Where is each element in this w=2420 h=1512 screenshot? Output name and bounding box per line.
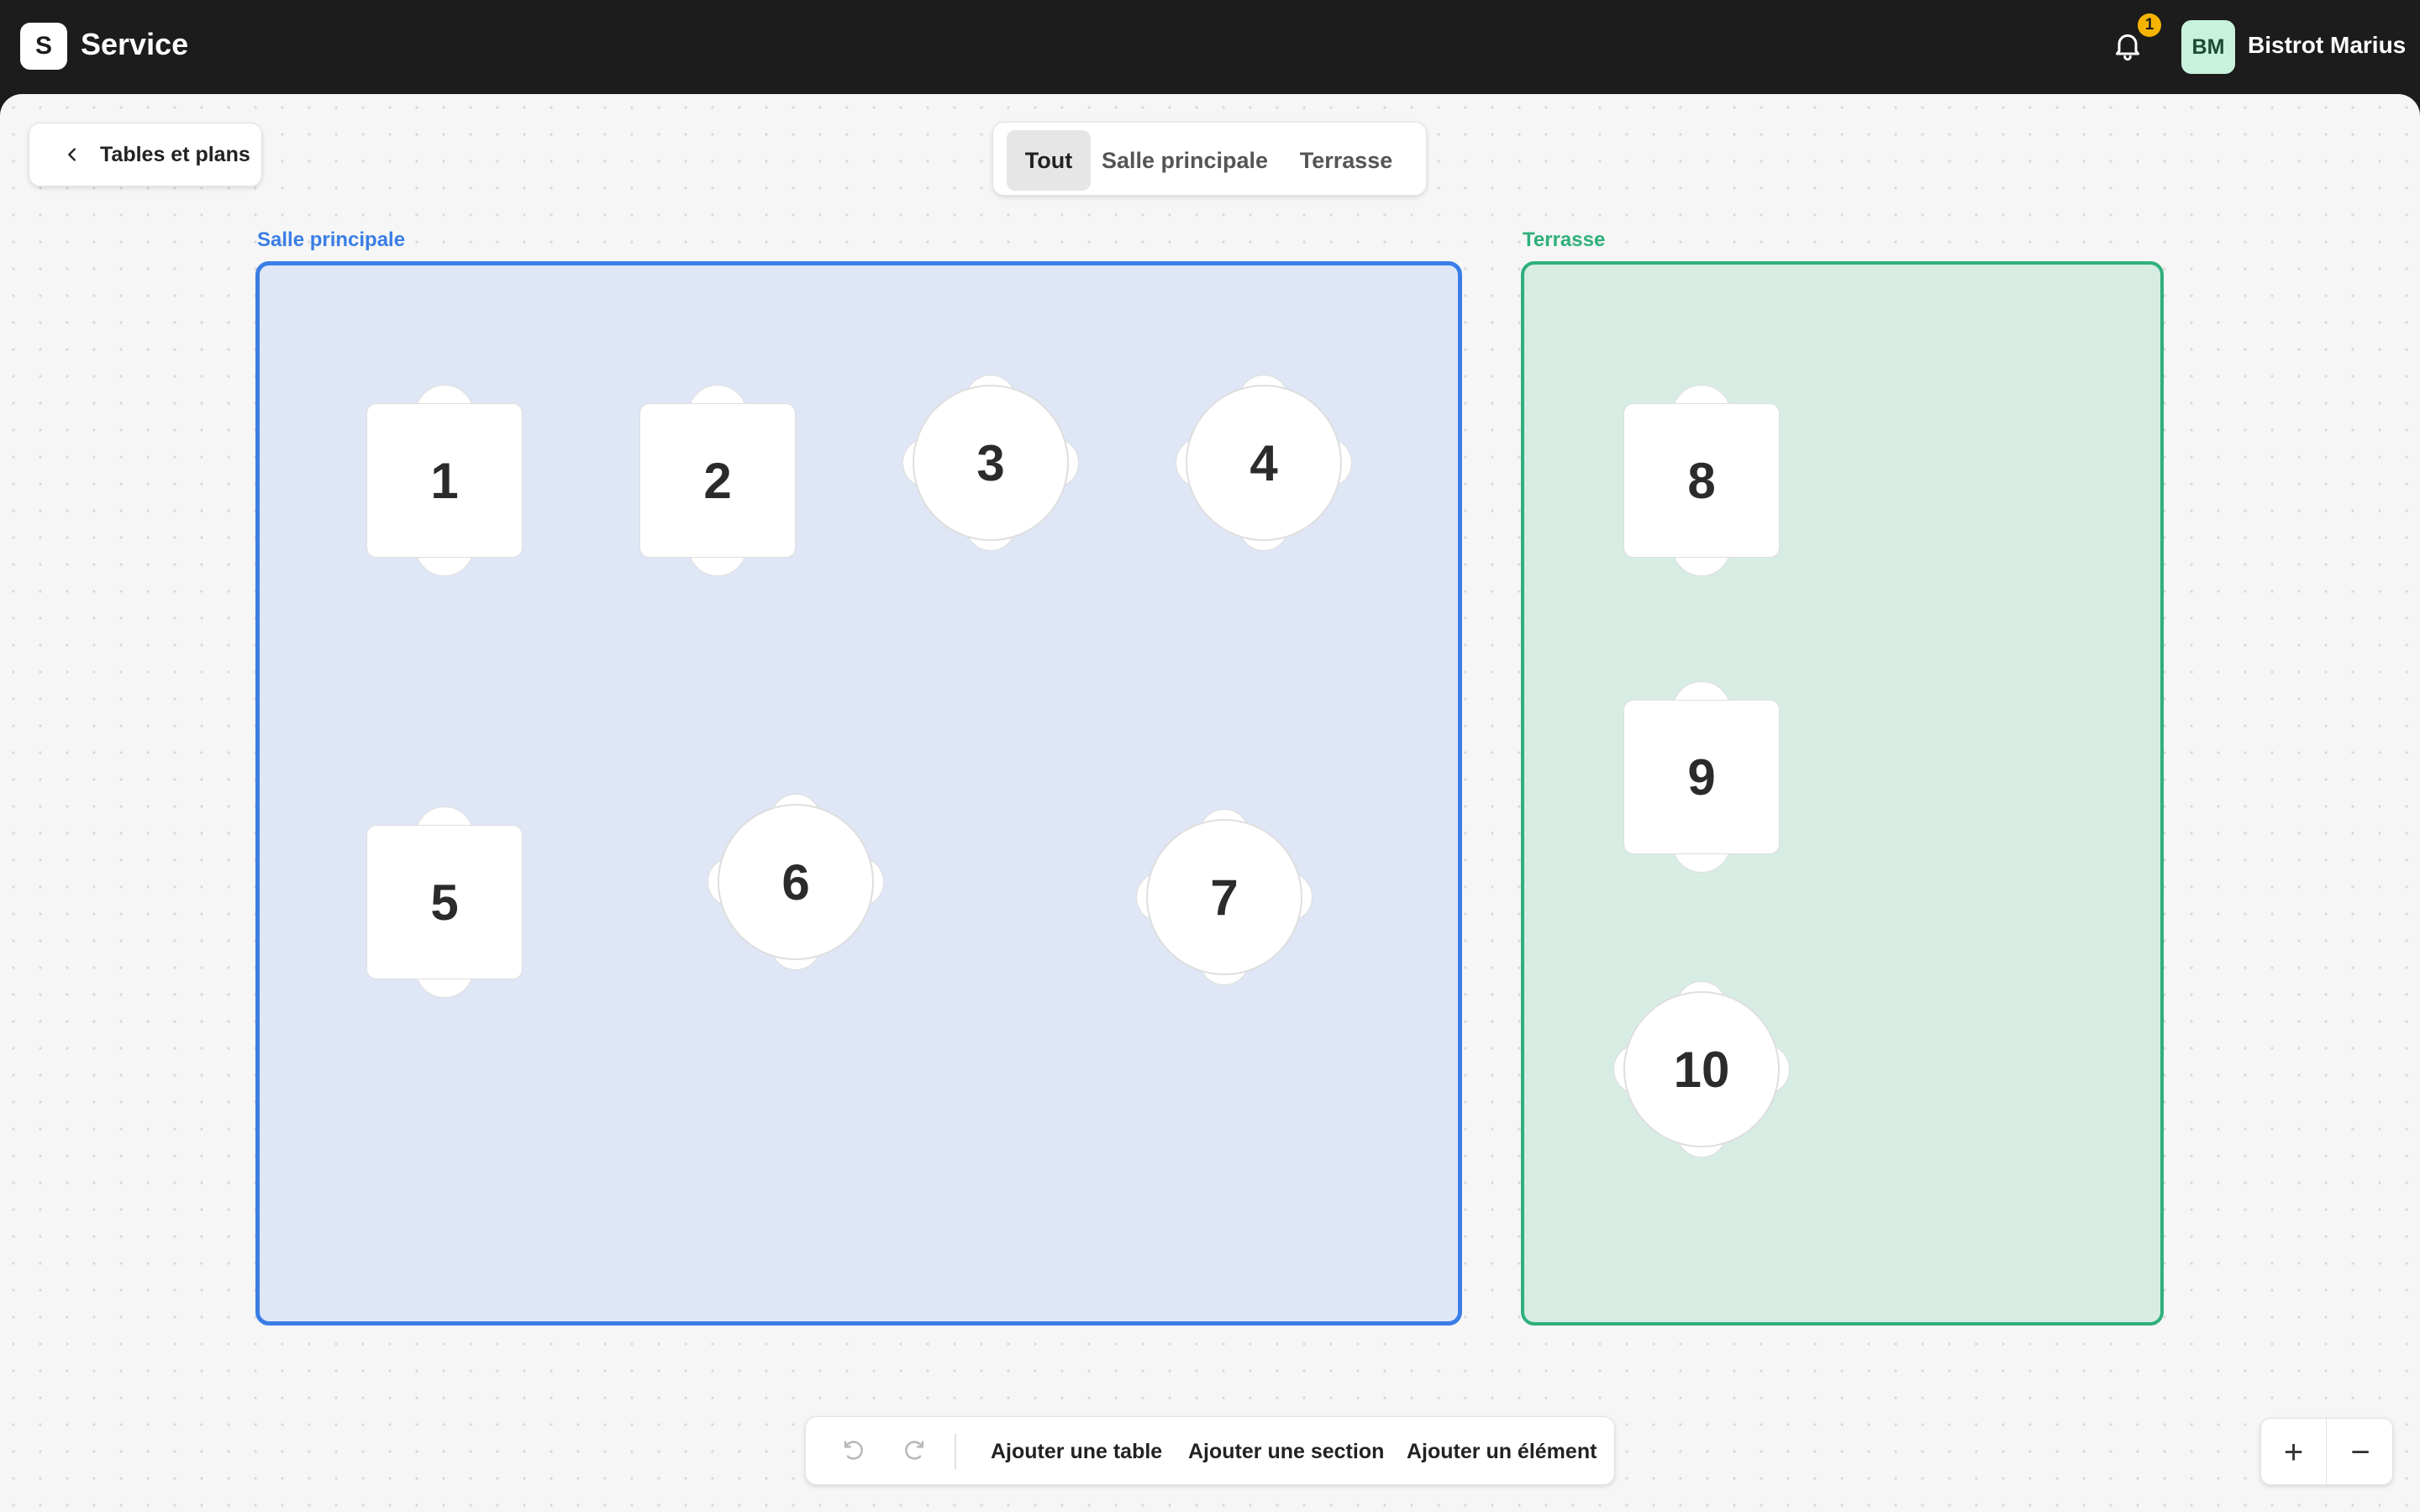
- table-8[interactable]: 8: [1623, 385, 1780, 576]
- undo-icon[interactable]: [839, 1437, 868, 1466]
- table-3[interactable]: 3: [902, 375, 1079, 551]
- section-tabs: Tout Salle principale Terrasse: [992, 122, 1427, 196]
- table-number: 1: [366, 403, 523, 558]
- zoom-controls: + −: [2260, 1418, 2393, 1485]
- notification-badge: 1: [2138, 13, 2161, 37]
- table-number: 4: [1186, 385, 1342, 541]
- table-number: 10: [1623, 991, 1780, 1147]
- account-name[interactable]: Bistrot Marius: [2248, 32, 2406, 59]
- zoom-in-button[interactable]: +: [2261, 1419, 2327, 1484]
- table-10[interactable]: 10: [1613, 981, 1790, 1158]
- add-element-button[interactable]: Ajouter un élément: [1407, 1417, 1597, 1486]
- table-9[interactable]: 9: [1623, 681, 1780, 873]
- table-number: 9: [1623, 700, 1780, 854]
- app-logo[interactable]: S: [20, 23, 67, 70]
- table-7[interactable]: 7: [1136, 809, 1313, 985]
- editor-toolbar: Ajouter une table Ajouter une section Aj…: [805, 1416, 1615, 1485]
- back-to-tables-button[interactable]: Tables et plans: [29, 123, 262, 186]
- back-button-label: Tables et plans: [100, 142, 250, 166]
- table-number: 3: [913, 385, 1069, 541]
- add-table-button[interactable]: Ajouter une table: [991, 1417, 1162, 1486]
- table-5[interactable]: 5: [366, 806, 523, 998]
- notification-bell-icon[interactable]: [2111, 29, 2144, 62]
- section-label-terrasse: Terrasse: [1523, 228, 1606, 251]
- table-6[interactable]: 6: [708, 794, 884, 970]
- table-number: 2: [639, 403, 796, 558]
- tab-salle-principale[interactable]: Salle principale: [1101, 130, 1269, 191]
- redo-icon[interactable]: [900, 1437, 929, 1466]
- table-4[interactable]: 4: [1176, 375, 1352, 551]
- toolbar-divider: [955, 1434, 956, 1469]
- table-2[interactable]: 2: [639, 385, 796, 576]
- zoom-out-button[interactable]: −: [2328, 1419, 2392, 1484]
- avatar[interactable]: BM: [2181, 20, 2235, 74]
- add-section-button[interactable]: Ajouter une section: [1188, 1417, 1384, 1486]
- chevron-left-icon: [68, 148, 76, 161]
- table-number: 6: [718, 804, 874, 960]
- table-number: 5: [366, 825, 523, 979]
- app-title: Service: [81, 27, 189, 61]
- table-number: 8: [1623, 403, 1780, 558]
- tab-tout[interactable]: Tout: [1007, 130, 1091, 191]
- section-terrasse[interactable]: [1521, 261, 2164, 1326]
- table-number: 7: [1146, 819, 1302, 975]
- table-1[interactable]: 1: [366, 385, 523, 576]
- top-bar: S Service 1 BM Bistrot Marius: [0, 0, 2420, 94]
- tab-terrasse[interactable]: Terrasse: [1279, 130, 1413, 191]
- section-label-salle-principale: Salle principale: [257, 228, 406, 251]
